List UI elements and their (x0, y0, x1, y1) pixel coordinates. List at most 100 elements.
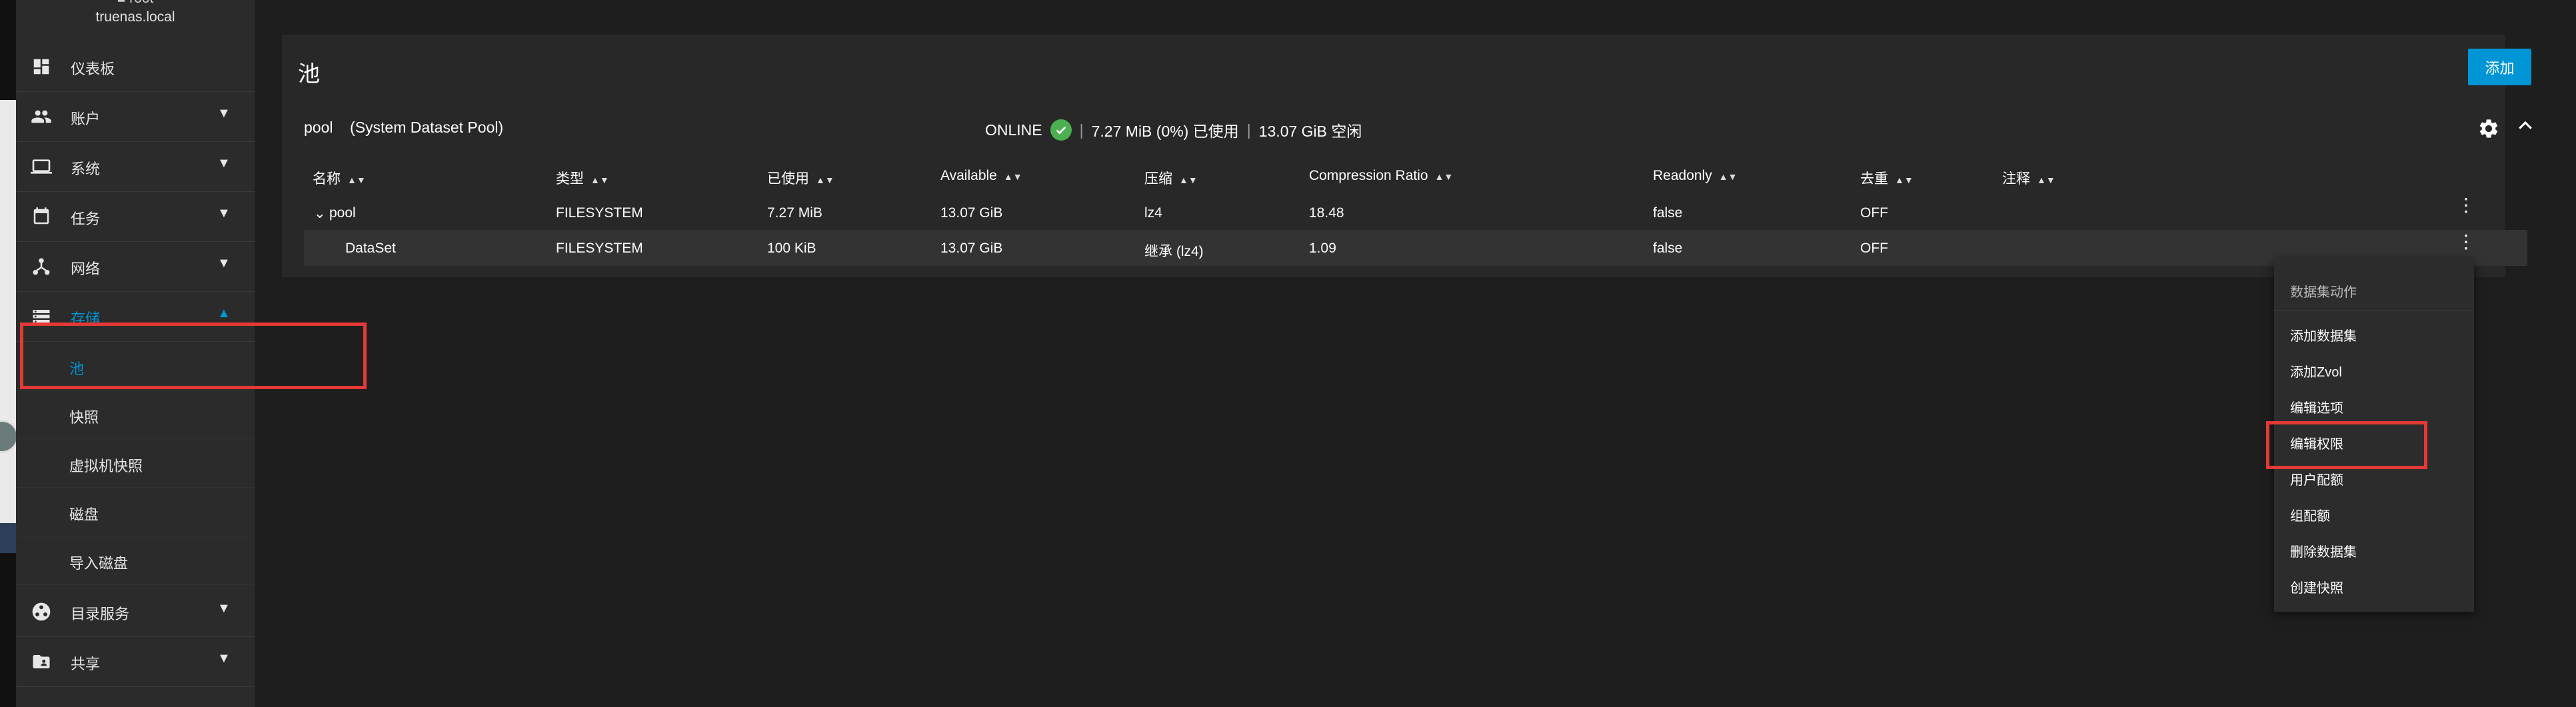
expand-chevron-icon[interactable]: ⌄ (314, 205, 326, 222)
column-header-dedup[interactable]: 去重 ▲▼ (1860, 168, 1914, 188)
sidebar-subitem-disks[interactable]: 磁盘 (16, 487, 255, 536)
cell-dedup: OFF (1860, 241, 1888, 256)
menu-item-group-quotas[interactable]: 组配额 (2290, 505, 2330, 524)
sidebar-subitem-import-disk[interactable]: 导入磁盘 (16, 536, 255, 585)
highlight-box-pools (20, 323, 367, 389)
sidebar-item-system[interactable]: 系统 ▼ (16, 141, 255, 192)
calendar-icon (29, 205, 53, 229)
sort-icon: ▲▼ (816, 175, 834, 185)
menu-item-add-dataset[interactable]: 添加数据集 (2290, 325, 2357, 345)
background-window-bar (0, 523, 16, 553)
menu-item-delete-dataset[interactable]: 删除数据集 (2290, 541, 2357, 560)
menu-item-add-zvol[interactable]: 添加Zvol (2290, 361, 2342, 380)
cell-available: 13.07 GiB (940, 241, 1003, 256)
caret-down-icon: ▼ (217, 206, 231, 221)
column-header-readonly[interactable]: Readonly ▲▼ (1653, 168, 1737, 184)
column-header-type[interactable]: 类型 ▲▼ (556, 168, 609, 188)
pool-free: 13.07 GiB 空闲 (1258, 123, 1362, 140)
cell-ratio: 18.48 (1309, 205, 1344, 221)
cell-readonly: false (1653, 205, 1683, 221)
hostname: truenas.local (95, 9, 175, 25)
cell-name: DataSet (345, 241, 396, 256)
pool-subtitle: (System Dataset Pool) (350, 119, 504, 136)
sidebar-item-tasks[interactable]: 任务 ▼ (16, 191, 255, 242)
desktop-edge (0, 0, 19, 707)
column-header-comments[interactable]: 注释 ▲▼ (2002, 168, 2055, 188)
sort-icon: ▲▼ (1718, 171, 1738, 182)
column-header-used[interactable]: 已使用 ▲▼ (767, 168, 834, 188)
column-header-name[interactable]: 名称 ▲▼ (313, 168, 366, 188)
cell-used: 7.27 MiB (767, 205, 822, 221)
sidebar-subitem-vm-snapshots[interactable]: 虚拟机快照 (16, 438, 255, 488)
background-window (0, 100, 16, 526)
sidebar-subitem-snapshots[interactable]: 快照 (16, 390, 255, 439)
column-header-compression-ratio[interactable]: Compression Ratio ▲▼ (1309, 168, 1453, 184)
caret-down-icon: ▼ (217, 601, 231, 616)
network-icon (29, 255, 53, 279)
laptop-icon (29, 155, 53, 179)
separator: | (1246, 121, 1251, 139)
menu-item-create-snapshot[interactable]: 创建快照 (2290, 577, 2343, 596)
table-row[interactable]: DataSet FILESYSTEM 100 KiB 13.07 GiB 继承 … (304, 230, 2527, 266)
cell-dedup: OFF (1860, 205, 1888, 221)
sidebar-item-label: 账户 (71, 111, 101, 127)
sidebar-subitem-label: 快照 (69, 409, 99, 426)
people-icon (29, 105, 53, 129)
gear-icon[interactable] (2477, 117, 2500, 140)
sidebar-item-label: 共享 (71, 656, 101, 672)
sidebar-item-label: 系统 (71, 161, 101, 177)
pool-header: pool (System Dataset Pool) (304, 119, 503, 137)
sidebar-item-label: 网络 (71, 261, 101, 277)
cell-name: pool (329, 205, 356, 221)
sidebar-item-network[interactable]: 网络 ▼ (16, 241, 255, 292)
cell-compression: lz4 (1144, 205, 1162, 221)
caret-up-icon: ▲ (217, 306, 231, 321)
column-header-compression[interactable]: 压缩 ▲▼ (1144, 168, 1198, 188)
sidebar-item-directory-services[interactable]: 目录服务 ▼ (16, 586, 255, 637)
more-vert-icon[interactable]: ⋮ (2457, 233, 2475, 251)
sidebar-item-sharing[interactable]: 共享 ▼ (16, 636, 255, 687)
pool-status: ONLINE | 7.27 MiB (0%) 已使用 | 13.07 GiB 空… (985, 119, 1362, 141)
caret-down-icon: ▼ (217, 651, 231, 666)
share-folder-icon (29, 650, 53, 674)
separator: | (1079, 121, 1084, 139)
sidebar-subitem-label: 磁盘 (69, 506, 99, 523)
sidebar-item-label: 任务 (71, 211, 101, 227)
sidebar-item-label: 仪表板 (71, 61, 115, 77)
pool-name: pool (304, 119, 333, 136)
sort-icon: ▲▼ (1179, 175, 1198, 185)
menu-header: 数据集动作 (2290, 285, 2357, 300)
dashboard-icon (29, 55, 53, 79)
sidebar-item-label: 目录服务 (71, 606, 130, 622)
caret-down-icon: ▼ (217, 156, 231, 171)
sort-icon: ▲▼ (1434, 171, 1454, 182)
highlight-box-edit-permissions (2266, 421, 2427, 469)
cell-readonly: false (1653, 241, 1683, 256)
column-header-available[interactable]: Available ▲▼ (940, 168, 1022, 184)
menu-item-user-quotas[interactable]: 用户配额 (2290, 469, 2343, 488)
cell-available: 13.07 GiB (940, 205, 1003, 221)
sidebar-item-accounts[interactable]: 账户 ▼ (16, 91, 255, 142)
pool-status-text: ONLINE (985, 121, 1042, 139)
sort-icon: ▲▼ (591, 175, 609, 185)
caret-down-icon: ▼ (217, 106, 231, 121)
cell-used: 100 KiB (767, 241, 816, 256)
sidebar-item-dashboard[interactable]: 仪表板 (16, 41, 255, 92)
sort-icon: ▲▼ (2037, 175, 2055, 185)
user-info: ■ root truenas.local (16, 0, 255, 40)
menu-item-edit-options[interactable]: 编辑选项 (2290, 397, 2343, 416)
sort-icon: ▲▼ (1003, 171, 1022, 182)
cell-compression: 继承 (lz4) (1144, 244, 1204, 259)
sidebar-subitem-label: 导入磁盘 (69, 555, 129, 572)
page-title: 池 (298, 61, 320, 86)
directory-icon (29, 600, 53, 624)
check-circle-icon (1050, 119, 1072, 141)
cell-type: FILESYSTEM (556, 205, 643, 221)
chevron-up-icon[interactable] (2515, 116, 2535, 136)
table-row[interactable]: ⌄ pool FILESYSTEM 7.27 MiB 13.07 GiB lz4… (304, 195, 2527, 231)
pool-used: 7.27 MiB (0%) 已使用 (1091, 123, 1239, 140)
add-button[interactable]: 添加 (2468, 49, 2531, 85)
more-vert-icon[interactable]: ⋮ (2457, 196, 2475, 215)
cell-type: FILESYSTEM (556, 241, 643, 256)
sort-icon: ▲▼ (347, 175, 366, 185)
